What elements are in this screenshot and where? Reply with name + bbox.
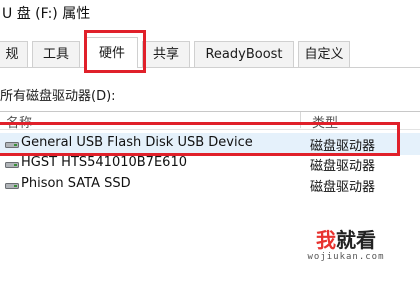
tab-general-label: 规 (5, 47, 19, 62)
device-type: 磁盘驱动器 (310, 180, 376, 195)
window-title: U 盘 (F:) 属性 (2, 6, 91, 22)
tab-sharing[interactable]: 共享 (142, 41, 190, 67)
tab-hardware[interactable]: 硬件 (86, 37, 138, 68)
device-type: 磁盘驱动器 (310, 159, 376, 174)
device-row[interactable]: General USB Flash Disk USB Device 磁盘驱动器 (0, 133, 420, 155)
device-name: HGST HTS541010B7E610 (21, 155, 187, 170)
all-disk-drives-label: 所有磁盘驱动器(D): (0, 89, 116, 104)
watermark-url: wojiukan.com (307, 252, 385, 262)
tab-hardware-label: 硬件 (98, 46, 125, 61)
tab-readyboost[interactable]: ReadyBoost (194, 41, 294, 67)
tab-customize-label: 自定义 (304, 47, 344, 62)
tab-readyboost-label: ReadyBoost (205, 47, 283, 62)
watermark-logo-part-b: 就看 (336, 228, 376, 252)
device-name: General USB Flash Disk USB Device (21, 135, 253, 150)
watermark-logo-text: 我就看 (296, 228, 396, 252)
disk-drive-icon (5, 183, 19, 189)
device-name: Phison SATA SSD (21, 176, 131, 191)
tab-tools[interactable]: 工具 (32, 41, 80, 67)
tab-tools-label: 工具 (42, 47, 69, 62)
column-header-divider (0, 129, 420, 130)
tab-customize[interactable]: 自定义 (298, 41, 350, 67)
column-separator[interactable] (300, 112, 301, 128)
device-row[interactable]: HGST HTS541010B7E610 磁盘驱动器 (0, 153, 420, 175)
device-type: 磁盘驱动器 (310, 139, 376, 154)
tab-general[interactable]: 规 (0, 41, 28, 67)
disk-drive-icon (5, 162, 19, 168)
device-row[interactable]: Phison SATA SSD 磁盘驱动器 (0, 174, 420, 196)
watermark-logo-part-a: 我 (316, 228, 336, 252)
site-watermark: 我就看 wojiukan.com (296, 228, 396, 262)
disk-drive-icon (5, 142, 19, 148)
tab-sharing-label: 共享 (152, 47, 179, 62)
